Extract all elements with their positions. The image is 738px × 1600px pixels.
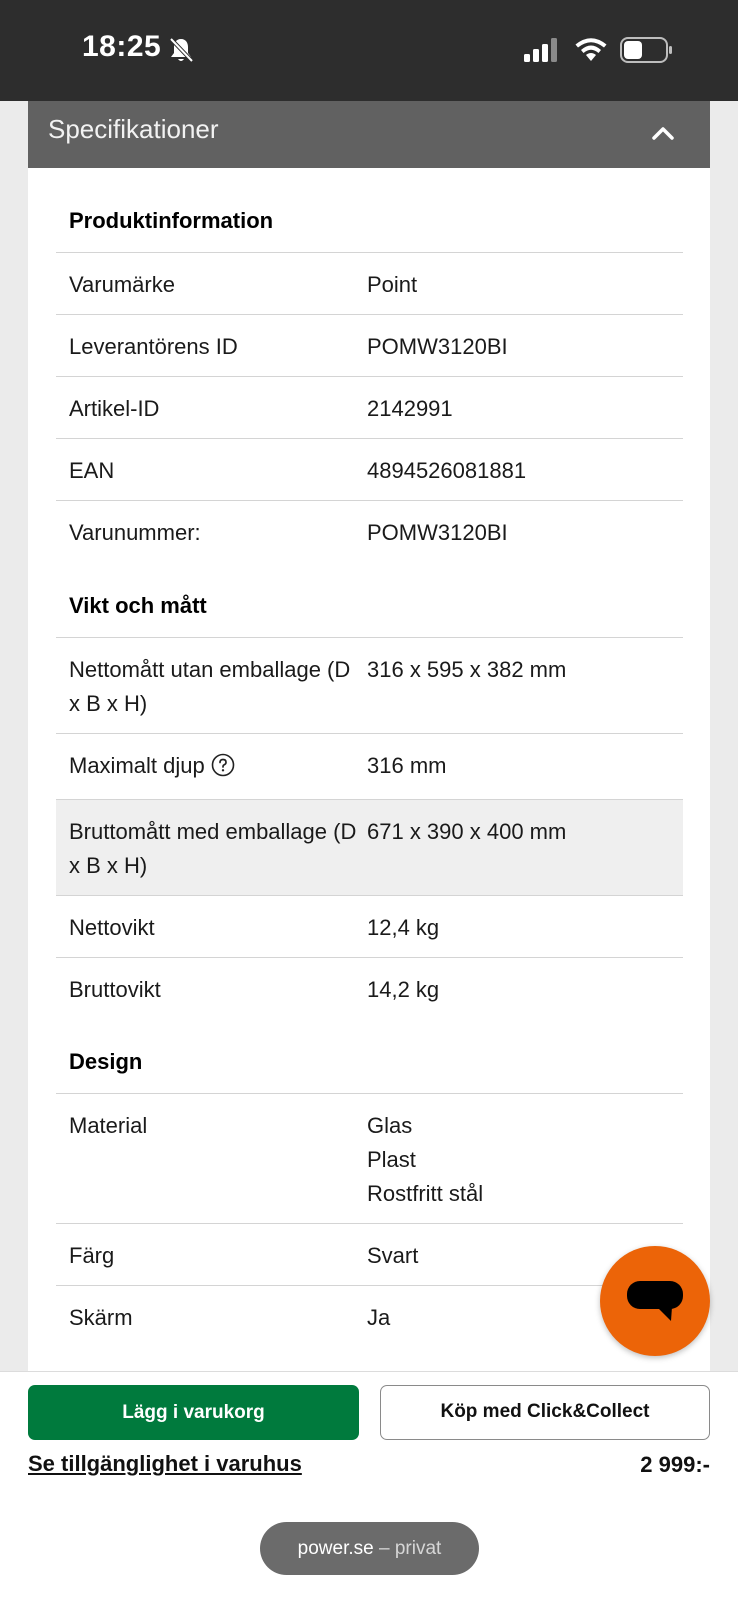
spec-row: Skärm Ja <box>56 1285 683 1371</box>
spec-value: 316 mm <box>367 753 447 778</box>
spec-value: 671 x 390 x 400 mm <box>367 819 567 844</box>
spec-value: POMW3120BI <box>367 520 508 545</box>
spec-label: Bruttovikt <box>69 977 161 1002</box>
browser-url-pill[interactable]: power.se – privat <box>260 1522 479 1575</box>
spec-value-list: Glas Plast Rostfritt stål <box>367 1109 677 1211</box>
bottom-action-bar: Lägg i varukorg Köp med Click&Collect Se… <box>0 1371 738 1600</box>
spec-row: Leverantörens ID POMW3120BI <box>56 314 683 376</box>
spec-row: Varumärke Point <box>56 252 683 314</box>
battery-icon <box>620 37 672 63</box>
spec-row: Varunummer: POMW3120BI <box>56 500 683 562</box>
spec-value: 316 x 595 x 382 mm <box>367 657 567 682</box>
spec-row: Material Glas Plast Rostfritt stål <box>56 1093 683 1223</box>
spec-label: Bruttomått med emballage (D x B x H) <box>69 819 357 878</box>
click-collect-button[interactable]: Köp med Click&Collect <box>380 1385 710 1440</box>
specifications-card: Specifikationer Produktinformation Varum… <box>28 101 710 1371</box>
section-title-vikt-och-matt: Vikt och mått <box>69 593 207 618</box>
spec-label-text: Maximalt djup <box>69 753 205 778</box>
spec-value: POMW3120BI <box>367 334 508 359</box>
add-to-cart-button[interactable]: Lägg i varukorg <box>28 1385 359 1440</box>
specifications-header[interactable]: Specifikationer <box>28 101 710 168</box>
url-private-mode: – privat <box>379 1538 442 1559</box>
url-domain: power.se <box>297 1538 374 1559</box>
spec-label: EAN <box>69 458 115 483</box>
bell-muted-icon <box>169 37 194 63</box>
spec-value: 4894526081881 <box>367 458 527 483</box>
spec-value: 12,4 kg <box>367 915 440 940</box>
spec-label: Material <box>69 1113 148 1138</box>
spec-value: 2142991 <box>367 396 453 421</box>
spec-value-line: Plast <box>367 1147 416 1172</box>
spec-label: Artikel-ID <box>69 396 160 421</box>
wifi-icon <box>575 38 607 61</box>
chat-bubble-icon <box>627 1281 683 1321</box>
store-availability-link[interactable]: Se tillgänglighet i varuhus <box>28 1451 302 1477</box>
spec-row: Maximalt djup 316 mm <box>56 733 683 799</box>
spec-label: Nettovikt <box>69 915 155 940</box>
spec-row-highlighted: Bruttomått med emballage (D x B x H) 671… <box>56 799 683 895</box>
spec-label: Varunummer: <box>69 520 201 545</box>
spec-value: 14,2 kg <box>367 977 440 1002</box>
spec-row: Artikel-ID 2142991 <box>56 376 683 438</box>
status-time: 18:25 <box>82 30 162 63</box>
section-title-design: Design <box>69 1049 143 1074</box>
spec-label: Färg <box>69 1243 115 1268</box>
spec-row: Nettovikt 12,4 kg <box>56 895 683 957</box>
spec-label: Leverantörens ID <box>69 334 238 359</box>
spec-value-line: Glas <box>367 1113 413 1138</box>
specifications-title: Specifikationer <box>48 114 219 144</box>
spec-row: Bruttovikt 14,2 kg <box>56 957 683 1019</box>
spec-label: Skärm <box>69 1305 133 1330</box>
status-bar: 18:25 <box>0 0 738 101</box>
question-circle-icon[interactable] <box>211 753 235 777</box>
section-title-produktinformation: Produktinformation <box>69 208 274 233</box>
spec-row: EAN 4894526081881 <box>56 438 683 500</box>
chat-button[interactable] <box>600 1246 710 1356</box>
spec-row: Nettomått utan emballage (D x B x H) 316… <box>56 637 683 733</box>
spec-value: Point <box>367 272 418 297</box>
spec-label: Maximalt djup <box>69 749 359 783</box>
spec-value-line: Rostfritt stål <box>367 1181 484 1206</box>
spec-row: Färg Svart <box>56 1223 683 1285</box>
cellular-signal-icon <box>524 38 557 62</box>
spec-label: Nettomått utan emballage (D x B x H) <box>69 657 351 716</box>
price: 2 999:- <box>640 1452 710 1477</box>
spec-label: Varumärke <box>69 272 175 297</box>
chevron-up-icon[interactable] <box>648 119 678 149</box>
